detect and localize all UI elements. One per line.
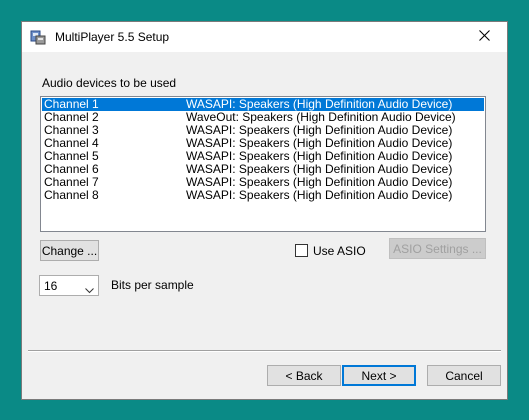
cancel-button[interactable]: Cancel bbox=[427, 365, 501, 386]
app-installer-icon bbox=[30, 29, 46, 45]
back-button[interactable]: < Back bbox=[267, 365, 341, 386]
chevron-down-icon bbox=[85, 283, 94, 297]
use-asio-label[interactable]: Use ASIO bbox=[313, 244, 366, 258]
next-button[interactable]: Next > bbox=[342, 365, 416, 386]
asio-settings-button[interactable]: ASIO Settings ... bbox=[389, 238, 486, 259]
use-asio-checkbox[interactable] bbox=[295, 244, 308, 257]
bits-per-sample-select[interactable]: 16 bbox=[39, 275, 99, 296]
channel-name: Channel 8 bbox=[44, 188, 99, 202]
close-button[interactable] bbox=[462, 22, 507, 52]
divider bbox=[28, 350, 501, 352]
devices-label: Audio devices to be used bbox=[42, 76, 177, 90]
change-button[interactable]: Change ... bbox=[40, 240, 99, 261]
device-list[interactable]: Channel 1 WASAPI: Speakers (High Definiti… bbox=[40, 96, 486, 232]
setup-dialog: MultiPlayer 5.5 Setup Audio devices to b… bbox=[21, 21, 508, 400]
bits-value: 16 bbox=[44, 279, 58, 293]
channel-row[interactable]: Channel 8 WASAPI: Speakers (High Definiti… bbox=[42, 189, 484, 202]
title-bar[interactable]: MultiPlayer 5.5 Setup bbox=[22, 22, 507, 52]
channel-device: WASAPI: Speakers (High Definition Audio … bbox=[186, 188, 453, 202]
close-icon bbox=[479, 30, 490, 44]
bits-per-sample-label: Bits per sample bbox=[111, 278, 194, 292]
window-title: MultiPlayer 5.5 Setup bbox=[55, 30, 170, 44]
